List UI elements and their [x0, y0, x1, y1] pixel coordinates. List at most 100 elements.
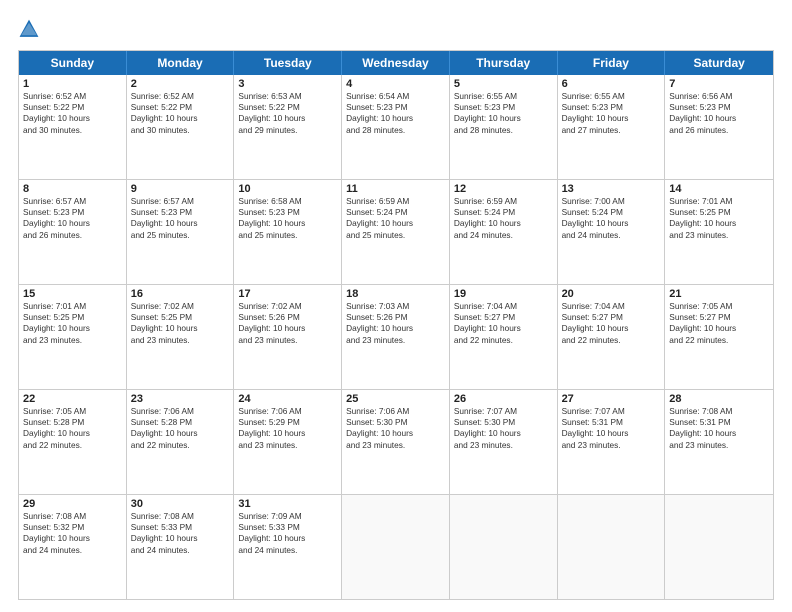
cell-line: Daylight: 10 hours: [346, 323, 445, 334]
cell-line: Sunrise: 6:52 AM: [131, 91, 230, 102]
day-number: 10: [238, 183, 337, 195]
cell-line: and 26 minutes.: [23, 230, 122, 241]
cell-line: and 23 minutes.: [669, 440, 769, 451]
cell-line: and 22 minutes.: [562, 335, 661, 346]
calendar-cell: 12Sunrise: 6:59 AMSunset: 5:24 PMDayligh…: [450, 180, 558, 284]
cell-line: Sunrise: 6:54 AM: [346, 91, 445, 102]
cell-line: Sunrise: 6:59 AM: [346, 196, 445, 207]
cell-line: Sunset: 5:22 PM: [131, 102, 230, 113]
cell-line: Daylight: 10 hours: [23, 533, 122, 544]
cell-line: Daylight: 10 hours: [454, 428, 553, 439]
calendar: SundayMondayTuesdayWednesdayThursdayFrid…: [18, 50, 774, 600]
cell-line: and 22 minutes.: [669, 335, 769, 346]
calendar-cell: 4Sunrise: 6:54 AMSunset: 5:23 PMDaylight…: [342, 75, 450, 179]
cell-line: Daylight: 10 hours: [23, 323, 122, 334]
calendar-cell: 19Sunrise: 7:04 AMSunset: 5:27 PMDayligh…: [450, 285, 558, 389]
day-number: 23: [131, 393, 230, 405]
day-number: 3: [238, 78, 337, 90]
day-number: 21: [669, 288, 769, 300]
cell-line: and 24 minutes.: [23, 545, 122, 556]
day-number: 30: [131, 498, 230, 510]
day-number: 17: [238, 288, 337, 300]
calendar-row-2: 15Sunrise: 7:01 AMSunset: 5:25 PMDayligh…: [19, 284, 773, 389]
cell-line: Sunrise: 7:06 AM: [238, 406, 337, 417]
cell-line: and 26 minutes.: [669, 125, 769, 136]
cell-line: and 30 minutes.: [131, 125, 230, 136]
cell-line: Sunset: 5:28 PM: [131, 417, 230, 428]
cell-line: Sunrise: 6:53 AM: [238, 91, 337, 102]
calendar-cell: 21Sunrise: 7:05 AMSunset: 5:27 PMDayligh…: [665, 285, 773, 389]
cell-line: Sunset: 5:23 PM: [131, 207, 230, 218]
cell-line: Sunset: 5:25 PM: [669, 207, 769, 218]
day-number: 22: [23, 393, 122, 405]
cell-line: Sunset: 5:22 PM: [23, 102, 122, 113]
calendar-row-0: 1Sunrise: 6:52 AMSunset: 5:22 PMDaylight…: [19, 75, 773, 179]
cell-line: Sunrise: 7:00 AM: [562, 196, 661, 207]
calendar-cell: 13Sunrise: 7:00 AMSunset: 5:24 PMDayligh…: [558, 180, 666, 284]
cell-line: Sunset: 5:25 PM: [23, 312, 122, 323]
calendar-cell: 23Sunrise: 7:06 AMSunset: 5:28 PMDayligh…: [127, 390, 235, 494]
cell-line: Sunrise: 6:57 AM: [23, 196, 122, 207]
cell-line: Sunrise: 7:02 AM: [238, 301, 337, 312]
day-number: 13: [562, 183, 661, 195]
cell-line: Sunset: 5:26 PM: [238, 312, 337, 323]
cell-line: Sunset: 5:23 PM: [454, 102, 553, 113]
day-number: 14: [669, 183, 769, 195]
header-cell-wednesday: Wednesday: [342, 51, 450, 75]
header-cell-saturday: Saturday: [665, 51, 773, 75]
cell-line: Daylight: 10 hours: [669, 323, 769, 334]
cell-line: Daylight: 10 hours: [238, 533, 337, 544]
cell-line: Sunset: 5:30 PM: [346, 417, 445, 428]
day-number: 12: [454, 183, 553, 195]
calendar-row-3: 22Sunrise: 7:05 AMSunset: 5:28 PMDayligh…: [19, 389, 773, 494]
day-number: 15: [23, 288, 122, 300]
cell-line: Sunrise: 6:55 AM: [562, 91, 661, 102]
cell-line: Sunrise: 7:03 AM: [346, 301, 445, 312]
cell-line: Sunrise: 6:59 AM: [454, 196, 553, 207]
cell-line: Sunset: 5:26 PM: [346, 312, 445, 323]
cell-line: and 22 minutes.: [454, 335, 553, 346]
cell-line: Sunrise: 7:06 AM: [346, 406, 445, 417]
calendar-cell: [665, 495, 773, 599]
cell-line: and 23 minutes.: [23, 335, 122, 346]
cell-line: Sunrise: 7:09 AM: [238, 511, 337, 522]
cell-line: and 23 minutes.: [669, 230, 769, 241]
cell-line: Sunrise: 7:08 AM: [23, 511, 122, 522]
day-number: 28: [669, 393, 769, 405]
cell-line: Sunset: 5:29 PM: [238, 417, 337, 428]
day-number: 6: [562, 78, 661, 90]
day-number: 27: [562, 393, 661, 405]
calendar-cell: 25Sunrise: 7:06 AMSunset: 5:30 PMDayligh…: [342, 390, 450, 494]
cell-line: Sunset: 5:23 PM: [562, 102, 661, 113]
cell-line: and 28 minutes.: [346, 125, 445, 136]
cell-line: Sunset: 5:24 PM: [346, 207, 445, 218]
cell-line: Sunrise: 7:01 AM: [23, 301, 122, 312]
cell-line: and 28 minutes.: [454, 125, 553, 136]
cell-line: Sunset: 5:24 PM: [562, 207, 661, 218]
cell-line: Daylight: 10 hours: [454, 113, 553, 124]
day-number: 7: [669, 78, 769, 90]
calendar-cell: 24Sunrise: 7:06 AMSunset: 5:29 PMDayligh…: [234, 390, 342, 494]
cell-line: Daylight: 10 hours: [131, 323, 230, 334]
cell-line: Daylight: 10 hours: [346, 218, 445, 229]
calendar-cell: 16Sunrise: 7:02 AMSunset: 5:25 PMDayligh…: [127, 285, 235, 389]
calendar-cell: 11Sunrise: 6:59 AMSunset: 5:24 PMDayligh…: [342, 180, 450, 284]
day-number: 11: [346, 183, 445, 195]
calendar-cell: 31Sunrise: 7:09 AMSunset: 5:33 PMDayligh…: [234, 495, 342, 599]
cell-line: Daylight: 10 hours: [131, 218, 230, 229]
cell-line: and 25 minutes.: [346, 230, 445, 241]
calendar-cell: 30Sunrise: 7:08 AMSunset: 5:33 PMDayligh…: [127, 495, 235, 599]
cell-line: and 25 minutes.: [131, 230, 230, 241]
day-number: 31: [238, 498, 337, 510]
calendar-cell: 26Sunrise: 7:07 AMSunset: 5:30 PMDayligh…: [450, 390, 558, 494]
calendar-row-1: 8Sunrise: 6:57 AMSunset: 5:23 PMDaylight…: [19, 179, 773, 284]
calendar-cell: 6Sunrise: 6:55 AMSunset: 5:23 PMDaylight…: [558, 75, 666, 179]
cell-line: Sunset: 5:23 PM: [238, 207, 337, 218]
day-number: 18: [346, 288, 445, 300]
cell-line: Sunrise: 7:04 AM: [454, 301, 553, 312]
cell-line: and 24 minutes.: [562, 230, 661, 241]
calendar-cell: 9Sunrise: 6:57 AMSunset: 5:23 PMDaylight…: [127, 180, 235, 284]
cell-line: Sunset: 5:27 PM: [454, 312, 553, 323]
calendar-cell: 7Sunrise: 6:56 AMSunset: 5:23 PMDaylight…: [665, 75, 773, 179]
cell-line: and 23 minutes.: [238, 440, 337, 451]
